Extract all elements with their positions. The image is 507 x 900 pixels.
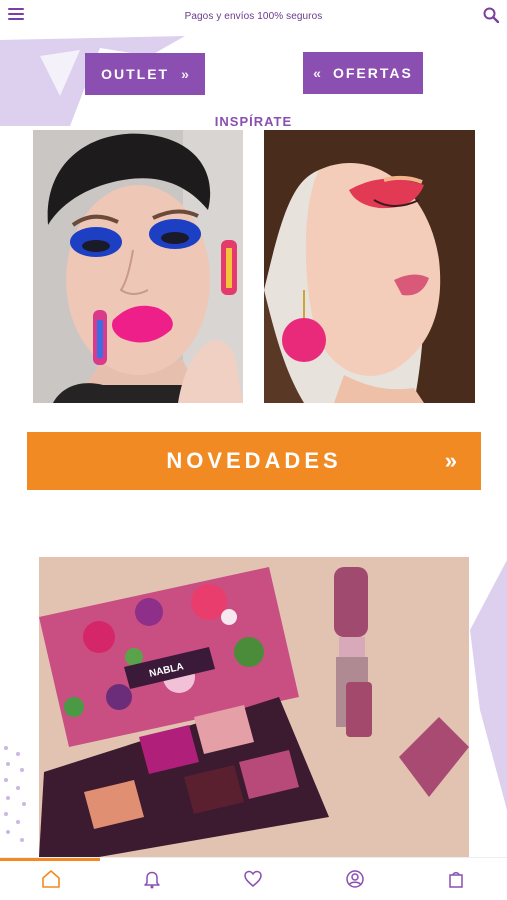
chevron-right-icon: » xyxy=(181,66,189,82)
chevron-right-icon: » xyxy=(444,448,457,473)
home-icon xyxy=(41,870,60,888)
bag-icon xyxy=(449,872,463,888)
heart-icon xyxy=(244,870,263,887)
novedades-label: NOVEDADES xyxy=(166,448,342,473)
user-icon xyxy=(346,870,364,888)
tab-cart[interactable] xyxy=(436,859,476,899)
look-photo-blue-eyeshadow[interactable] xyxy=(33,130,243,403)
tab-favorites[interactable] xyxy=(233,859,273,899)
outlet-label: OUTLET xyxy=(101,66,170,82)
look-photo-pink-eyeshadow[interactable] xyxy=(264,130,475,403)
top-bar: Pagos y envíos 100% seguros xyxy=(0,0,507,32)
tab-account[interactable] xyxy=(335,859,375,899)
ofertas-button[interactable]: « OFERTAS xyxy=(303,52,423,94)
security-notice: Pagos y envíos 100% seguros xyxy=(184,10,323,22)
bell-icon xyxy=(144,871,160,889)
hamburger-menu-icon[interactable] xyxy=(8,8,24,22)
tab-home[interactable] xyxy=(31,859,71,899)
search-icon[interactable] xyxy=(483,7,499,23)
chevron-left-icon: « xyxy=(313,65,321,81)
novedades-button[interactable]: NOVEDADES » xyxy=(27,432,481,490)
product-photo-nabla-palette[interactable]: NABLA xyxy=(39,557,469,857)
bottom-tab-bar xyxy=(0,857,507,900)
inspirate-title: INSPÍRATE xyxy=(214,114,293,129)
decorative-dots-left xyxy=(4,746,26,842)
ofertas-label: OFERTAS xyxy=(332,65,413,81)
tab-notifications[interactable] xyxy=(132,859,172,899)
outlet-button[interactable]: OUTLET » xyxy=(85,53,205,95)
decorative-shape-right xyxy=(470,560,507,810)
